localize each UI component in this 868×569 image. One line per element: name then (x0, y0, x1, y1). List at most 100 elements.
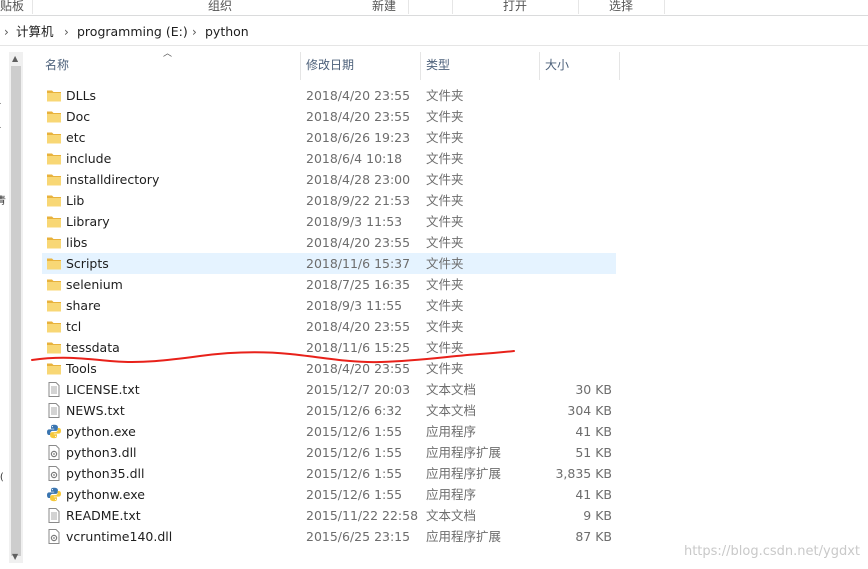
address-bar[interactable]: › 计算机 › programming (E:) › python (0, 20, 868, 44)
folder-icon (47, 300, 61, 312)
file-size: 87 KB (575, 529, 612, 544)
file-row[interactable]: python.exe 2015/12/6 1:55 应用程序 41 KB (42, 421, 616, 442)
file-type: 文件夹 (426, 340, 464, 355)
breadcrumb-computer[interactable]: 计算机 (16, 24, 54, 40)
folder-icon (47, 258, 61, 270)
file-row[interactable]: Scripts 2018/11/6 15:37 文件夹 (42, 253, 616, 274)
file-row[interactable]: README.txt 2015/11/22 22:58 文本文档 9 KB (42, 505, 616, 526)
file-row[interactable]: installdirectory 2018/4/28 23:00 文件夹 (42, 169, 616, 190)
file-row[interactable]: selenium 2018/7/25 16:35 文件夹 (42, 274, 616, 295)
file-name: DLLs (66, 88, 97, 103)
ribbon-group-select: 选择 (578, 0, 665, 14)
file-row[interactable]: python35.dll 2015/12/6 1:55 应用程序扩展 3,835 KB (42, 463, 616, 484)
file-size: 304 KB (567, 403, 612, 418)
breadcrumb-folder[interactable]: python (205, 24, 249, 40)
file-type: 文本文档 (426, 403, 477, 418)
column-header-date[interactable]: 修改日期 (306, 52, 416, 80)
column-divider[interactable] (539, 52, 540, 80)
file-name: installdirectory (66, 172, 160, 187)
file-size: 51 KB (575, 445, 612, 460)
nav-item-fragment[interactable]: 青 (0, 192, 6, 207)
folder-icon (47, 342, 61, 354)
file-row[interactable]: Lib 2018/9/22 21:53 文件夹 (42, 190, 616, 211)
file-type: 文件夹 (426, 151, 464, 166)
column-header-type[interactable]: 类型 (426, 52, 536, 80)
file-modified-date: 2015/6/25 23:15 (306, 529, 411, 544)
column-divider[interactable] (619, 52, 620, 80)
file-name: libs (66, 235, 88, 250)
chevron-right-icon[interactable]: › (64, 24, 69, 40)
file-row[interactable]: DLLs 2018/4/20 23:55 文件夹 (42, 85, 616, 106)
ribbon-group-label: 打开 (502, 0, 527, 13)
file-size: 3,835 KB (555, 466, 612, 481)
file-name: Scripts (66, 256, 109, 271)
file-name: python35.dll (66, 466, 145, 481)
file-name: Library (66, 214, 110, 229)
column-header-name[interactable]: 名称 (45, 52, 295, 80)
file-name: LICENSE.txt (66, 382, 140, 397)
file-size: 41 KB (575, 424, 612, 439)
file-row[interactable]: Doc 2018/4/20 23:55 文件夹 (42, 106, 616, 127)
file-type: 文本文档 (426, 508, 477, 523)
file-row[interactable]: Tools 2018/4/20 23:55 文件夹 (42, 358, 616, 379)
scroll-down-arrow-icon[interactable]: ▼ (12, 552, 18, 561)
column-divider[interactable] (420, 52, 421, 80)
expand-arrow-icon[interactable]: ▸ (0, 98, 1, 109)
chevron-right-icon[interactable]: › (192, 24, 197, 40)
nav-scrollbar[interactable]: ▲ ▼ (9, 52, 23, 563)
file-row[interactable]: share 2018/9/3 11:55 文件夹 (42, 295, 616, 316)
file-row[interactable]: vcruntime140.dll 2015/6/25 23:15 应用程序扩展 87 … (42, 526, 616, 547)
column-divider[interactable] (300, 52, 301, 80)
file-modified-date: 2018/6/4 10:18 (306, 151, 403, 166)
file-modified-date: 2015/11/22 22:58 (306, 508, 419, 523)
file-type: 文件夹 (426, 172, 464, 187)
file-type: 应用程序扩展 (426, 466, 502, 481)
file-name: python.exe (66, 424, 136, 439)
ribbon-divider (0, 15, 868, 16)
file-type: 文件夹 (426, 319, 464, 334)
file-modified-date: 2018/4/20 23:55 (306, 319, 411, 334)
expand-arrow-icon[interactable]: ▸ (0, 122, 1, 133)
file-type: 应用程序扩展 (426, 445, 502, 460)
file-modified-date: 2015/12/6 1:55 (306, 445, 403, 460)
address-divider (0, 45, 868, 46)
watermark: https://blog.csdn.net/ygdxt (683, 544, 860, 559)
file-row[interactable]: pythonw.exe 2015/12/6 1:55 应用程序 41 KB (42, 484, 616, 505)
file-row[interactable]: Library 2018/9/3 11:53 文件夹 (42, 211, 616, 232)
file-row[interactable]: LICENSE.txt 2015/12/7 20:03 文本文档 30 KB (42, 379, 616, 400)
file-row[interactable]: libs 2018/4/20 23:55 文件夹 (42, 232, 616, 253)
file-modified-date: 2018/6/26 19:23 (306, 130, 411, 145)
breadcrumb-drive[interactable]: programming (E:) (77, 24, 188, 40)
dll-file-icon (48, 529, 60, 544)
file-name: Tools (66, 361, 97, 376)
file-type: 文件夹 (426, 256, 464, 271)
ribbon-group-labels: 贴板 组织 新建 打开 选择 (0, 0, 868, 14)
nav-item-fragment[interactable]: (( (0, 472, 4, 483)
file-modified-date: 2018/4/20 23:55 (306, 109, 411, 124)
dll-file-icon (48, 445, 60, 460)
file-row[interactable]: NEWS.txt 2015/12/6 6:32 文本文档 304 KB (42, 400, 616, 421)
file-name: include (66, 151, 112, 166)
file-row[interactable]: include 2018/6/4 10:18 文件夹 (42, 148, 616, 169)
file-row[interactable]: tcl 2018/4/20 23:55 文件夹 (42, 316, 616, 337)
file-modified-date: 2018/4/20 23:55 (306, 361, 411, 376)
file-type: 文件夹 (426, 193, 464, 208)
file-type: 文件夹 (426, 235, 464, 250)
file-size: 41 KB (575, 487, 612, 502)
file-row[interactable]: etc 2018/6/26 19:23 文件夹 (42, 127, 616, 148)
file-modified-date: 2018/4/20 23:55 (306, 235, 411, 250)
ribbon-group-label: 组织 (207, 0, 232, 13)
scroll-up-arrow-icon[interactable]: ▲ (12, 54, 18, 63)
folder-icon (47, 153, 61, 165)
file-modified-date: 2015/12/6 1:55 (306, 466, 403, 481)
python-icon (47, 424, 61, 439)
file-type: 文件夹 (426, 109, 464, 124)
column-header-size[interactable]: 大小 (545, 52, 615, 80)
file-row[interactable]: tessdata 2018/11/6 15:25 文件夹 (42, 337, 616, 358)
file-size: 30 KB (575, 382, 612, 397)
scrollbar-thumb[interactable] (11, 66, 21, 556)
folder-icon (47, 174, 61, 186)
file-type: 文本文档 (426, 382, 477, 397)
file-row[interactable]: python3.dll 2015/12/6 1:55 应用程序扩展 51 KB (42, 442, 616, 463)
chevron-right-icon[interactable]: › (4, 24, 9, 40)
